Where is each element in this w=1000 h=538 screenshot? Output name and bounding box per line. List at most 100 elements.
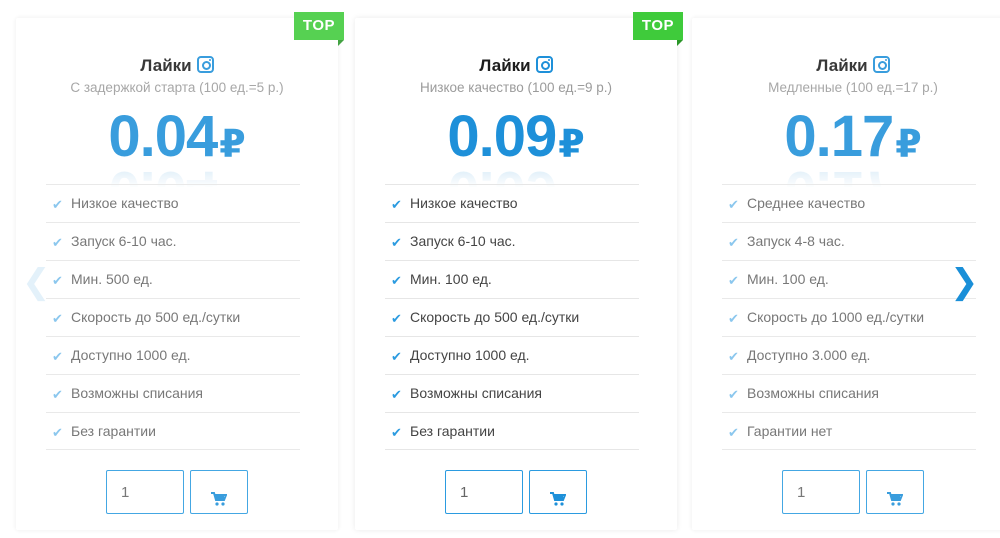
chevron-right-icon[interactable]: ❯ bbox=[950, 262, 979, 302]
feature-text: Мин. 100 ед. bbox=[747, 271, 829, 287]
check-icon: ✔ bbox=[391, 311, 402, 326]
check-icon: ✔ bbox=[52, 387, 63, 402]
feature-item: ✔ Мин. 100 ед. bbox=[385, 260, 639, 298]
add-to-cart-button[interactable] bbox=[866, 470, 924, 514]
instagram-icon bbox=[535, 56, 553, 73]
feature-text: Запуск 6-10 час. bbox=[71, 233, 177, 249]
currency-symbol: ₽ bbox=[558, 124, 585, 166]
check-icon: ✔ bbox=[391, 425, 402, 440]
feature-text: Запуск 4-8 час. bbox=[747, 233, 845, 249]
check-icon: ✔ bbox=[391, 387, 402, 402]
check-icon: ✔ bbox=[728, 273, 739, 288]
price: 0.04₽ bbox=[16, 102, 338, 182]
check-icon: ✔ bbox=[52, 273, 63, 288]
pricing-card: TOP Лайки Низкое качество (100 ед.=9 р.)… bbox=[355, 12, 684, 530]
check-icon: ✔ bbox=[391, 273, 402, 288]
currency-symbol: ₽ bbox=[895, 124, 922, 166]
price: 0.09₽ bbox=[355, 102, 677, 182]
feature-list: ✔ Среднее качество ✔ Запуск 4-8 час. ✔ Мин.… bbox=[722, 184, 976, 450]
feature-text: Скорость до 500 ед./сутки bbox=[410, 309, 580, 325]
feature-list: ✔ Низкое качество ✔ Запуск 6-10 час. ✔ Мин.… bbox=[46, 184, 300, 450]
card-title: Лайки bbox=[355, 56, 677, 76]
price-value: 0.17 bbox=[784, 104, 894, 169]
pricing-carousel: ❮ TOP Лайки С задержкой старта (100 ед.=… bbox=[0, 0, 1000, 538]
feature-item: ✔ Запуск 6-10 час. bbox=[46, 222, 300, 260]
card-title-text: Лайки bbox=[479, 56, 531, 75]
feature-item: ✔ Доступно 1000 ед. bbox=[385, 336, 639, 374]
cart-icon bbox=[887, 491, 903, 506]
check-icon: ✔ bbox=[391, 349, 402, 364]
check-icon: ✔ bbox=[728, 311, 739, 326]
price: 0.17₽ bbox=[692, 102, 1000, 182]
feature-item: ✔ Возможны списания bbox=[722, 374, 976, 412]
currency-symbol: ₽ bbox=[219, 124, 246, 166]
feature-text: Среднее качество bbox=[747, 195, 866, 211]
price-value: 0.09 bbox=[447, 104, 557, 169]
cart-icon bbox=[550, 491, 566, 506]
check-icon: ✔ bbox=[52, 349, 63, 364]
feature-text: Без гарантии bbox=[410, 423, 495, 439]
feature-item: ✔ Без гарантии bbox=[385, 412, 639, 450]
feature-text: Доступно 1000 ед. bbox=[410, 347, 530, 363]
add-to-cart-button[interactable] bbox=[529, 470, 587, 514]
feature-item: ✔ Возможны списания bbox=[385, 374, 639, 412]
check-icon: ✔ bbox=[52, 425, 63, 440]
top-badge: TOP bbox=[293, 12, 345, 46]
check-icon: ✔ bbox=[52, 311, 63, 326]
feature-item: ✔ Скорость до 500 ед./сутки bbox=[46, 298, 300, 336]
feature-item: ✔ Скорость до 500 ед./сутки bbox=[385, 298, 639, 336]
feature-text: Запуск 6-10 час. bbox=[410, 233, 516, 249]
card-title: Лайки bbox=[692, 56, 1000, 76]
feature-item: ✔ Низкое качество bbox=[385, 184, 639, 222]
quantity-input[interactable] bbox=[106, 470, 184, 514]
feature-item: ✔ Низкое качество bbox=[46, 184, 300, 222]
check-icon: ✔ bbox=[391, 197, 402, 212]
instagram-icon bbox=[196, 56, 214, 73]
feature-item: ✔ Гарантии нет bbox=[722, 412, 976, 450]
card-title-text: Лайки bbox=[816, 56, 868, 75]
check-icon: ✔ bbox=[391, 235, 402, 250]
quantity-input[interactable] bbox=[782, 470, 860, 514]
card-subtitle: Низкое качество (100 ед.=9 р.) bbox=[420, 80, 612, 95]
feature-text: Гарантии нет bbox=[747, 423, 833, 439]
feature-item: ✔ Доступно 3.000 ед. bbox=[722, 336, 976, 374]
card-subtitle: Медленные (100 ед.=17 р.) bbox=[768, 80, 938, 95]
card-title-text: Лайки bbox=[140, 56, 192, 75]
card-title: Лайки bbox=[16, 56, 338, 76]
feature-item: ✔ Скорость до 1000 ед./сутки bbox=[722, 298, 976, 336]
check-icon: ✔ bbox=[52, 197, 63, 212]
feature-text: Мин. 500 ед. bbox=[71, 271, 153, 287]
feature-text: Возможны списания bbox=[410, 385, 543, 401]
price-value: 0.04 bbox=[108, 104, 218, 169]
check-icon: ✔ bbox=[728, 235, 739, 250]
check-icon: ✔ bbox=[728, 425, 739, 440]
feature-text: Возможны списания bbox=[747, 385, 880, 401]
top-badge: TOP bbox=[632, 12, 684, 46]
check-icon: ✔ bbox=[728, 197, 739, 212]
feature-item: ✔ Доступно 1000 ед. bbox=[46, 336, 300, 374]
feature-text: Доступно 3.000 ед. bbox=[747, 347, 871, 363]
check-icon: ✔ bbox=[52, 235, 63, 250]
feature-text: Мин. 100 ед. bbox=[410, 271, 492, 287]
instagram-icon bbox=[872, 56, 890, 73]
feature-text: Низкое качество bbox=[410, 195, 518, 211]
check-icon: ✔ bbox=[728, 349, 739, 364]
cart-icon bbox=[211, 491, 227, 506]
feature-text: Скорость до 500 ед./сутки bbox=[71, 309, 241, 325]
feature-text: Возможны списания bbox=[71, 385, 204, 401]
feature-text: Низкое качество bbox=[71, 195, 179, 211]
card-subtitle: С задержкой старта (100 ед.=5 р.) bbox=[70, 80, 284, 95]
feature-list: ✔ Низкое качество ✔ Запуск 6-10 час. ✔ Мин.… bbox=[385, 184, 639, 450]
check-icon: ✔ bbox=[728, 387, 739, 402]
feature-text: Без гарантии bbox=[71, 423, 156, 439]
feature-item: ✔ Без гарантии bbox=[46, 412, 300, 450]
feature-text: Скорость до 1000 ед./сутки bbox=[747, 309, 925, 325]
add-to-cart-button[interactable] bbox=[190, 470, 248, 514]
feature-item: ✔ Запуск 4-8 час. bbox=[722, 222, 976, 260]
feature-item: ✔ Запуск 6-10 час. bbox=[385, 222, 639, 260]
feature-item: ✔ Среднее качество bbox=[722, 184, 976, 222]
feature-item: ✔ Мин. 500 ед. bbox=[46, 260, 300, 298]
feature-text: Доступно 1000 ед. bbox=[71, 347, 191, 363]
quantity-input[interactable] bbox=[445, 470, 523, 514]
pricing-card: TOP Лайки С задержкой старта (100 ед.=5 … bbox=[16, 12, 345, 530]
